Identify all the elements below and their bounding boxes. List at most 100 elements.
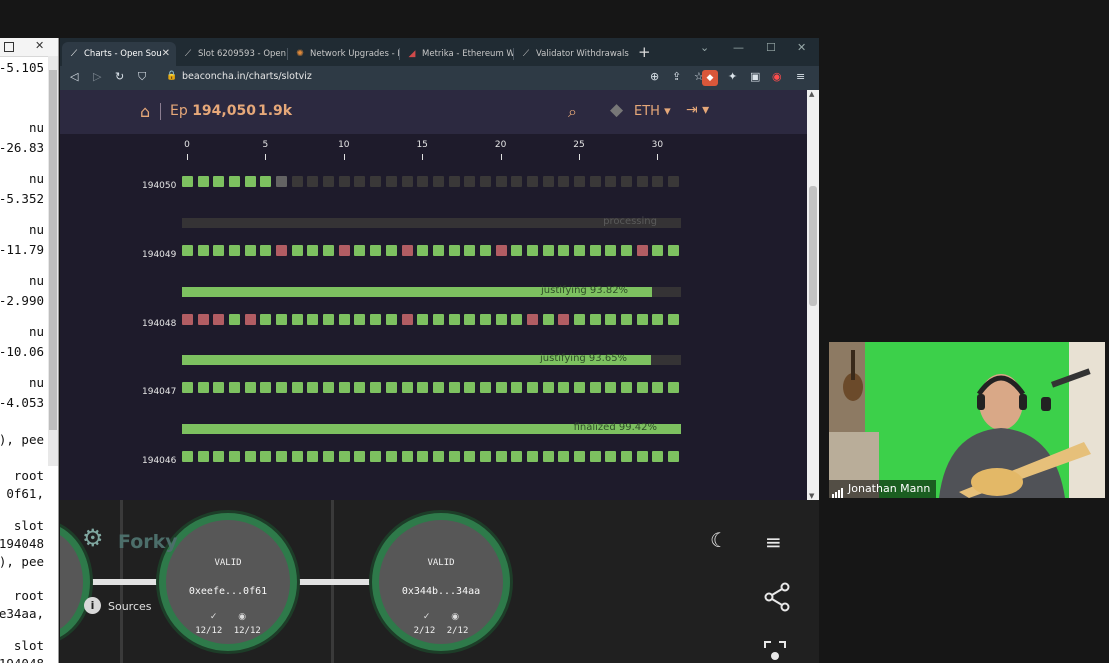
slot-proposed[interactable] bbox=[354, 314, 366, 325]
slot-proposed[interactable] bbox=[432, 451, 444, 462]
slot-proposed[interactable] bbox=[621, 245, 633, 256]
slot-proposed[interactable] bbox=[574, 382, 585, 393]
slot-scheduled[interactable] bbox=[323, 176, 335, 187]
slot-proposed[interactable] bbox=[229, 382, 241, 393]
slot-proposed[interactable] bbox=[621, 314, 633, 325]
slot-proposed[interactable] bbox=[621, 451, 633, 462]
epoch-label[interactable]: 194049 bbox=[142, 250, 176, 260]
slot-proposed[interactable] bbox=[229, 245, 241, 256]
slot-proposed[interactable] bbox=[511, 245, 523, 256]
slot-scheduled[interactable] bbox=[652, 176, 664, 187]
slot-scheduled[interactable] bbox=[354, 176, 366, 187]
slot-missed[interactable] bbox=[197, 314, 209, 325]
slot-proposed[interactable] bbox=[652, 451, 664, 462]
slot-scheduled[interactable] bbox=[495, 176, 507, 187]
slot-proposed[interactable] bbox=[448, 314, 460, 325]
focus-icon[interactable] bbox=[763, 640, 787, 663]
slot-proposed[interactable] bbox=[495, 451, 507, 462]
slot-proposed[interactable] bbox=[323, 314, 335, 325]
slot-proposed[interactable] bbox=[558, 451, 570, 462]
maximize-icon[interactable] bbox=[4, 42, 14, 52]
slot-proposed[interactable] bbox=[370, 314, 382, 325]
slot-proposed[interactable] bbox=[605, 314, 617, 325]
slot-proposed[interactable] bbox=[385, 451, 397, 462]
slot-proposed[interactable] bbox=[213, 245, 225, 256]
slot-proposed[interactable] bbox=[370, 382, 382, 393]
slot-proposed[interactable] bbox=[197, 451, 209, 462]
slot-scheduled[interactable] bbox=[432, 176, 444, 187]
slot-proposed[interactable] bbox=[323, 245, 335, 256]
slot-scheduled[interactable] bbox=[526, 176, 538, 187]
share-page-icon[interactable]: ⇪ bbox=[672, 70, 681, 83]
close-tab-icon[interactable]: ✕ bbox=[162, 42, 170, 66]
slot-proposed[interactable] bbox=[511, 382, 523, 393]
slot-proposed[interactable] bbox=[526, 382, 538, 393]
tab-search-chevron-icon[interactable]: ⌄ bbox=[700, 41, 709, 54]
slot-missed[interactable] bbox=[182, 314, 193, 325]
epoch-label[interactable]: 194047 bbox=[142, 387, 176, 397]
slot-scheduled[interactable] bbox=[589, 176, 601, 187]
slot-proposed[interactable] bbox=[260, 245, 272, 256]
block-node-2[interactable]: VALID 0x344b...34aa ✓ ◉ 2/12 2/12 bbox=[372, 513, 510, 651]
slot-proposed[interactable] bbox=[197, 382, 209, 393]
slot-proposed[interactable] bbox=[354, 451, 366, 462]
slot-scheduled[interactable] bbox=[417, 176, 429, 187]
slot-proposed[interactable] bbox=[197, 245, 209, 256]
slot-proposed[interactable] bbox=[417, 314, 429, 325]
slot-proposed[interactable] bbox=[307, 451, 319, 462]
slot-proposed[interactable] bbox=[276, 314, 288, 325]
back-icon[interactable]: ◁ bbox=[70, 70, 78, 83]
forward-icon[interactable]: ▷ bbox=[93, 70, 101, 83]
zoom-icon[interactable]: ⊕ bbox=[650, 70, 659, 83]
currency-dropdown[interactable]: ETH ▾ bbox=[634, 104, 671, 119]
slot-scheduled[interactable] bbox=[370, 176, 382, 187]
slot-missed[interactable] bbox=[338, 245, 350, 256]
slot-proposed[interactable] bbox=[370, 451, 382, 462]
slot-proposed[interactable] bbox=[668, 382, 680, 393]
slot-current[interactable] bbox=[276, 176, 288, 187]
slot-proposed[interactable] bbox=[182, 245, 193, 256]
epoch-label[interactable]: 194046 bbox=[142, 456, 176, 466]
slot-proposed[interactable] bbox=[464, 382, 476, 393]
slot-proposed[interactable] bbox=[558, 245, 570, 256]
slot-scheduled[interactable] bbox=[574, 176, 585, 187]
slot-proposed[interactable] bbox=[542, 382, 554, 393]
slot-proposed[interactable] bbox=[307, 314, 319, 325]
eth-price[interactable]: 1.9k bbox=[258, 103, 292, 119]
hamburger-menu-icon[interactable]: ≡ bbox=[765, 530, 782, 554]
slot-scheduled[interactable] bbox=[558, 176, 570, 187]
slot-proposed[interactable] bbox=[448, 382, 460, 393]
slot-proposed[interactable] bbox=[479, 245, 491, 256]
slot-proposed[interactable] bbox=[495, 382, 507, 393]
slot-proposed[interactable] bbox=[589, 382, 601, 393]
slot-proposed[interactable] bbox=[401, 382, 413, 393]
slot-proposed[interactable] bbox=[574, 245, 585, 256]
minimize-icon[interactable]: — bbox=[733, 41, 744, 54]
slot-missed[interactable] bbox=[276, 245, 288, 256]
slot-proposed[interactable] bbox=[636, 314, 648, 325]
slot-proposed[interactable] bbox=[668, 314, 680, 325]
slot-proposed[interactable] bbox=[213, 451, 225, 462]
slot-proposed[interactable] bbox=[182, 382, 193, 393]
slot-proposed[interactable] bbox=[432, 245, 444, 256]
terminal-scrollbar[interactable] bbox=[48, 56, 58, 466]
slot-proposed[interactable] bbox=[182, 176, 193, 187]
tab-network-upgrades[interactable]: ✺ Network Upgrades - E bbox=[288, 42, 400, 66]
slot-proposed[interactable] bbox=[370, 245, 382, 256]
extensions-icon[interactable]: ✦ bbox=[728, 70, 737, 83]
slot-proposed[interactable] bbox=[385, 245, 397, 256]
slot-proposed[interactable] bbox=[291, 382, 303, 393]
slot-proposed[interactable] bbox=[605, 382, 617, 393]
slot-proposed[interactable] bbox=[338, 314, 350, 325]
slot-proposed[interactable] bbox=[244, 176, 256, 187]
share-icon[interactable] bbox=[763, 582, 791, 612]
slot-proposed[interactable] bbox=[432, 382, 444, 393]
slot-proposed[interactable] bbox=[307, 382, 319, 393]
login-dropdown[interactable]: ⇥ ▾ bbox=[686, 102, 709, 118]
slot-scheduled[interactable] bbox=[511, 176, 523, 187]
slot-proposed[interactable] bbox=[605, 451, 617, 462]
slot-proposed[interactable] bbox=[213, 176, 225, 187]
close-window-icon[interactable]: ✕ bbox=[797, 41, 806, 54]
slot-proposed[interactable] bbox=[636, 451, 648, 462]
slot-proposed[interactable] bbox=[323, 451, 335, 462]
